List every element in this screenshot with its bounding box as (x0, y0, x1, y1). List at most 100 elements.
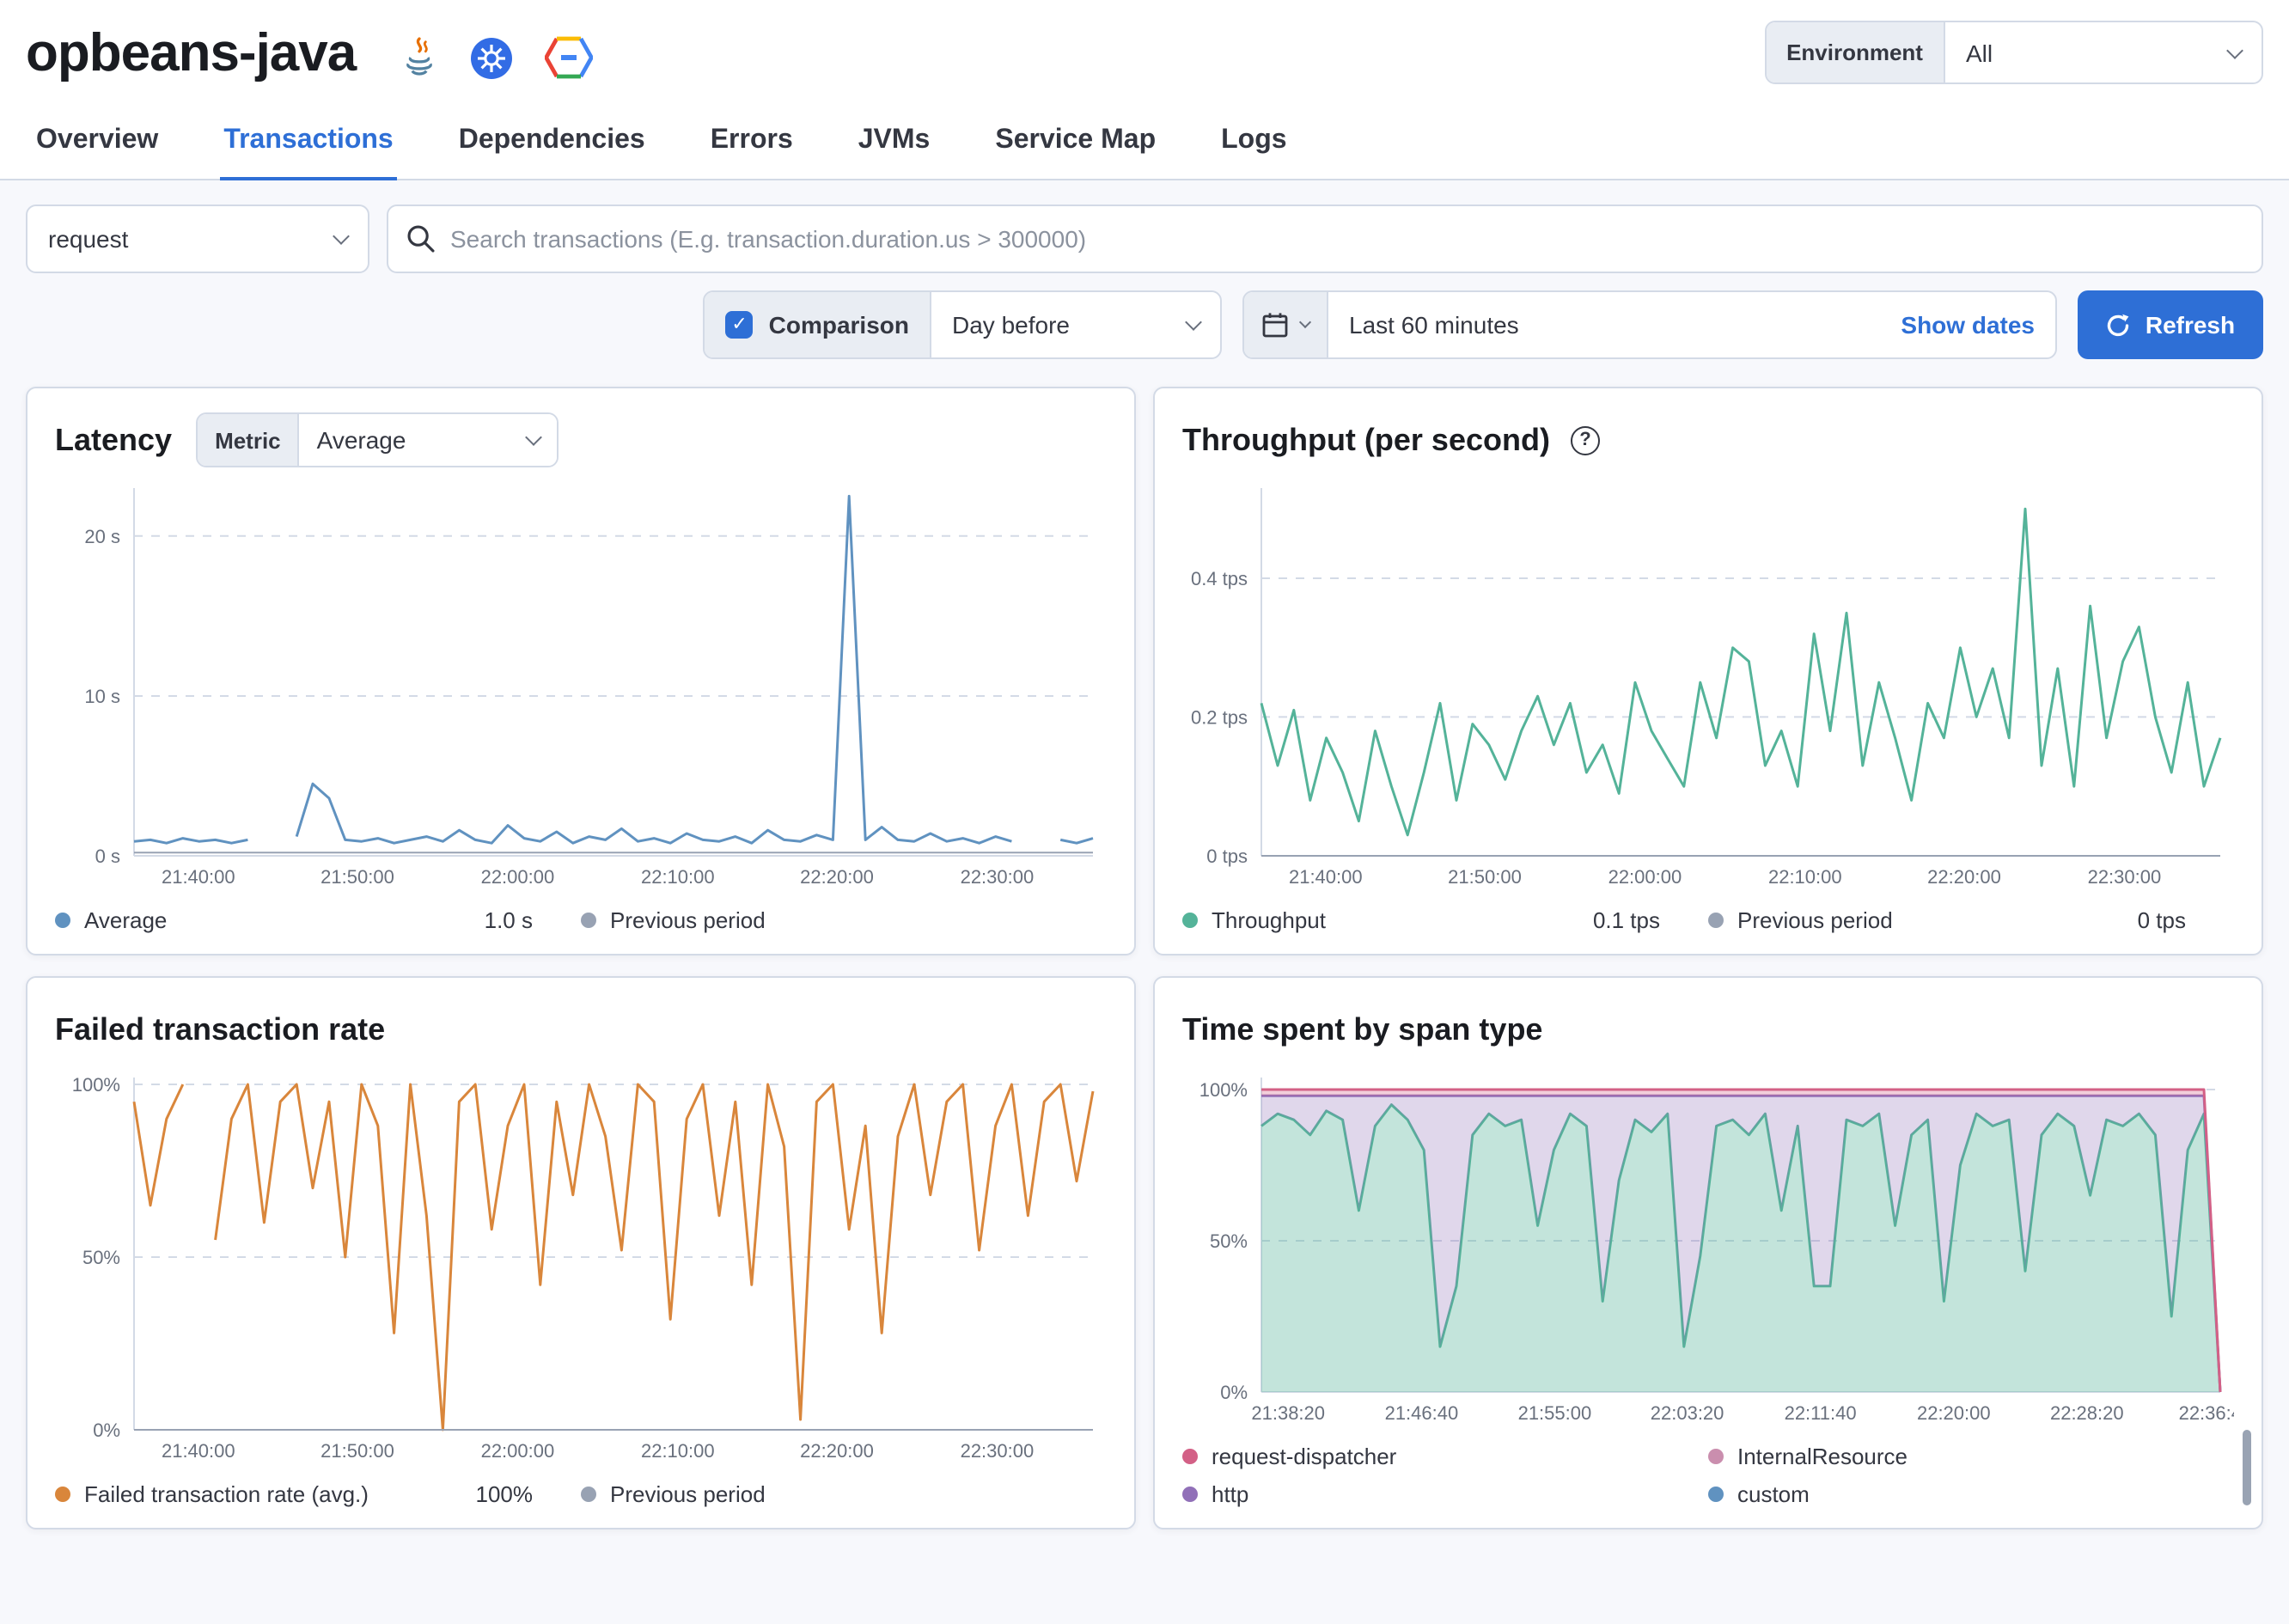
legend-item-previous-period[interactable]: Previous period 0 tps (1708, 907, 2234, 933)
svg-text:21:40:00: 21:40:00 (1289, 866, 1363, 888)
transaction-type-select[interactable]: request (26, 205, 369, 273)
help-icon[interactable]: ? (1570, 425, 1600, 455)
environment-label: Environment (1766, 22, 1945, 82)
java-icon (400, 35, 438, 80)
tab-jvms[interactable]: JVMs (855, 105, 934, 179)
svg-text:21:40:00: 21:40:00 (162, 1440, 235, 1462)
svg-text:50%: 50% (1210, 1230, 1248, 1252)
legend-dot (55, 913, 70, 928)
legend-dot (1182, 1449, 1198, 1464)
tab-overview[interactable]: Overview (33, 105, 162, 179)
metric-label: Metric (198, 414, 300, 466)
legend-item-throughput[interactable]: Throughput 0.1 tps (1182, 907, 1708, 933)
throughput-chart[interactable]: 0 tps 0.2 tps 0.4 tps 21:40:00 21:50:00 22:00… (1182, 474, 2234, 890)
legend-item-internalresource[interactable]: InternalResource (1708, 1444, 2234, 1469)
page-content: request ✓ Comparison (0, 180, 2289, 1624)
svg-text:22:20:00: 22:20:00 (1927, 866, 2001, 888)
throughput-legend: Throughput 0.1 tps Previous period 0 tps (1182, 890, 2234, 940)
chevron-down-icon (1185, 314, 1202, 331)
svg-text:21:38:20: 21:38:20 (1251, 1402, 1325, 1424)
legend-scrollbar[interactable] (2243, 1430, 2251, 1505)
svg-text:22:30:00: 22:30:00 (2088, 866, 2162, 888)
transaction-type-value: request (48, 225, 129, 253)
svg-text:22:28:20: 22:28:20 (2050, 1402, 2124, 1424)
throughput-title: Throughput (per second) (1182, 422, 1550, 456)
span-type-title: Time spent by span type (1182, 1011, 1543, 1046)
legend-label: request-dispatcher (1212, 1444, 1397, 1469)
legend-value: 100% (475, 1481, 534, 1507)
tab-logs[interactable]: Logs (1218, 105, 1290, 179)
time-range-label[interactable]: Last 60 minutes (1328, 311, 1880, 339)
svg-text:22:03:20: 22:03:20 (1651, 1402, 1724, 1424)
chevron-down-icon (1298, 315, 1312, 329)
svg-text:22:00:00: 22:00:00 (1608, 866, 1682, 888)
svg-text:50%: 50% (82, 1247, 120, 1268)
legend-dot (1708, 913, 1724, 928)
legend-dot (1182, 1487, 1198, 1502)
latency-metric-control: Metric Average (196, 412, 559, 467)
search-input[interactable] (387, 205, 2263, 273)
charts-grid: Latency Metric Average 0 s 10 s 20 s 21:40:… (26, 387, 2263, 1529)
time-spent-by-span-type-chart[interactable]: 0% 50% 100% 21:38:20 21:46:40 21:55:00 22:03:2… (1182, 1064, 2252, 1426)
legend-item-failed-transaction-rate-avg-[interactable]: Failed transaction rate (avg.) 100% (55, 1481, 581, 1507)
legend-label: Previous period (1737, 907, 1893, 933)
svg-text:22:10:00: 22:10:00 (641, 1440, 715, 1462)
metric-select[interactable]: Average (299, 414, 558, 466)
legend-label: Average (84, 907, 168, 933)
legend-item-previous-period[interactable]: Previous period (581, 1481, 1107, 1507)
legend-item-previous-period[interactable]: Previous period (581, 907, 1107, 933)
legend-item-average[interactable]: Average 1.0 s (55, 907, 581, 933)
svg-text:0 tps: 0 tps (1206, 846, 1248, 867)
chevron-down-icon (525, 429, 543, 446)
svg-text:22:00:00: 22:00:00 (481, 1440, 555, 1462)
service-name: opbeans-java (26, 21, 357, 82)
legend-item-request-dispatcher[interactable]: request-dispatcher (1182, 1444, 1708, 1469)
svg-text:21:46:40: 21:46:40 (1385, 1402, 1459, 1424)
failed-transaction-rate-panel: Failed transaction rate 0% 50% 100% 21:40:0… (26, 976, 1136, 1529)
svg-text:0 s: 0 s (95, 846, 120, 867)
legend-dot (581, 913, 596, 928)
legend-dot (1708, 1487, 1724, 1502)
tab-service-map[interactable]: Service Map (992, 105, 1159, 179)
latency-title: Latency (55, 422, 173, 456)
svg-text:22:20:00: 22:20:00 (1917, 1402, 1991, 1424)
legend-dot (55, 1487, 70, 1502)
comparison-toggle[interactable]: ✓ Comparison (705, 292, 931, 357)
svg-text:22:10:00: 22:10:00 (641, 866, 715, 888)
svg-text:22:20:00: 22:20:00 (800, 1440, 874, 1462)
failed-transaction-rate-chart[interactable]: 0% 50% 100% 21:40:00 21:50:00 22:00:00 22:10:0… (55, 1064, 1107, 1464)
comparison-checkbox[interactable]: ✓ (725, 311, 754, 339)
calendar-button[interactable] (1244, 292, 1328, 357)
svg-text:0.4 tps: 0.4 tps (1191, 568, 1248, 589)
environment-select[interactable]: All (1945, 22, 2262, 82)
show-dates-link[interactable]: Show dates (1880, 311, 2055, 339)
legend-dot (1708, 1449, 1724, 1464)
tab-errors[interactable]: Errors (707, 105, 797, 179)
refresh-label: Refresh (2145, 311, 2236, 339)
throughput-panel: Throughput (per second) ? 0 tps 0.2 tps 0.… (1153, 387, 2263, 955)
metric-value: Average (316, 426, 406, 454)
comparison-select[interactable]: Day before (931, 292, 1220, 357)
legend-value: 0 tps (2137, 907, 2186, 933)
tab-transactions[interactable]: Transactions (220, 105, 397, 180)
svg-text:22:30:00: 22:30:00 (961, 866, 1035, 888)
legend-item-http[interactable]: http (1182, 1481, 1708, 1507)
tab-dependencies[interactable]: Dependencies (455, 105, 649, 179)
refresh-button[interactable]: Refresh (2078, 290, 2263, 359)
time-controls: ✓ Comparison Day before Last 60 minutes … (26, 290, 2263, 359)
search-icon (406, 223, 436, 263)
latency-panel: Latency Metric Average 0 s 10 s 20 s 21:40:… (26, 387, 1136, 955)
legend-item-custom[interactable]: custom (1708, 1481, 2234, 1507)
google-cloud-icon (545, 36, 594, 79)
svg-text:100%: 100% (72, 1074, 120, 1096)
latency-legend: Average 1.0 s Previous period (55, 890, 1107, 940)
svg-text:0%: 0% (93, 1419, 120, 1441)
apm-service-page: opbeans-java Environment All Overview Tr… (0, 0, 2289, 1624)
svg-text:22:30:00: 22:30:00 (961, 1440, 1035, 1462)
svg-text:21:50:00: 21:50:00 (1448, 866, 1522, 888)
latency-chart[interactable]: 0 s 10 s 20 s 21:40:00 21:50:00 22:00:00 22:10… (55, 474, 1107, 890)
comparison-value: Day before (952, 311, 1070, 339)
svg-text:22:10:00: 22:10:00 (1768, 866, 1842, 888)
time-spent-by-span-type-panel: Time spent by span type 0% 50% 100% 21:38:2… (1153, 976, 2263, 1529)
svg-text:20 s: 20 s (84, 526, 120, 547)
